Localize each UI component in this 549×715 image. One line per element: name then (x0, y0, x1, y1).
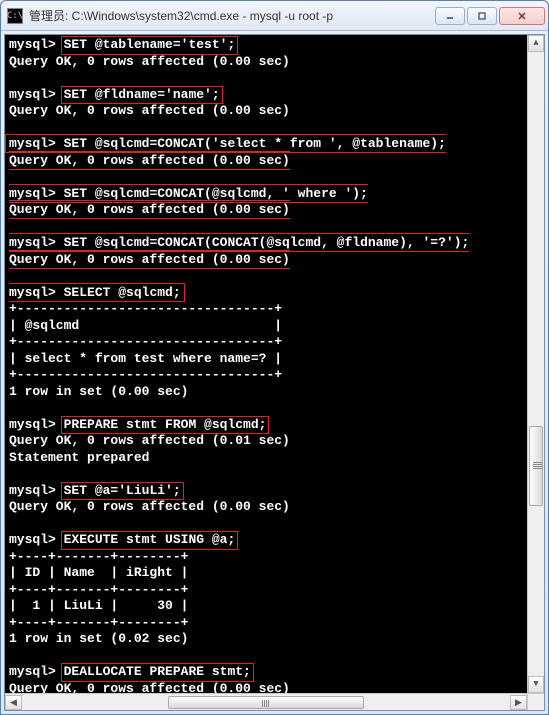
minimize-icon (445, 11, 455, 21)
highlight-cmd: SET @fldname='name'; (61, 86, 223, 105)
cmd-line: SET @sqlcmd=CONCAT(CONCAT(@sqlcmd, @fldn… (64, 235, 470, 250)
prompt: mysql> (9, 37, 56, 52)
highlight-cmd: SET @tablename='test'; (61, 36, 239, 55)
prompt: mysql> (9, 87, 56, 102)
prompt: mysql> (9, 483, 56, 498)
highlight-cmd: PREPARE stmt FROM @sqlcmd; (61, 416, 270, 435)
table-border: +---------------------------------+ (9, 334, 282, 349)
table-row: | 1 | LiuLi | 30 | (9, 598, 188, 613)
window-controls (435, 7, 545, 25)
output-line: Query OK, 0 rows affected (0.00 sec) (9, 681, 290, 694)
scroll-thumb[interactable] (168, 696, 363, 709)
prompt: mysql> (9, 417, 56, 432)
output-line: Query OK, 0 rows affected (0.00 sec) (9, 153, 290, 168)
output-line: Query OK, 0 rows affected (0.00 sec) (9, 202, 290, 217)
table-row: | select * from test where name=? | (9, 351, 282, 366)
output-line: Query OK, 0 rows affected (0.00 sec) (9, 252, 290, 267)
table-border: +----+-------+--------+ (9, 549, 188, 564)
close-button[interactable] (499, 7, 545, 25)
scroll-down-arrow[interactable]: ▼ (528, 676, 544, 693)
output-line: 1 row in set (0.02 sec) (9, 631, 188, 646)
maximize-button[interactable] (467, 7, 497, 25)
prompt: mysql> (9, 186, 56, 201)
app-icon: C:\ (7, 8, 23, 24)
console-output[interactable]: mysql> SET @tablename='test'; Query OK, … (5, 35, 544, 693)
cmd-line: SET @sqlcmd=CONCAT('select * from ', @ta… (64, 136, 446, 151)
resize-grip[interactable] (527, 693, 544, 710)
prompt: mysql> (9, 235, 56, 250)
table-border: +---------------------------------+ (9, 367, 282, 382)
prompt: mysql> (9, 532, 56, 547)
scroll-track[interactable] (22, 695, 510, 710)
table-border: +---------------------------------+ (9, 301, 282, 316)
output-line: Query OK, 0 rows affected (0.00 sec) (9, 499, 290, 514)
scroll-thumb[interactable] (529, 426, 543, 506)
table-border: +----+-------+--------+ (9, 615, 188, 630)
scroll-track[interactable] (528, 52, 544, 676)
highlight-cmd: SET @a='LiuLi'; (61, 482, 184, 501)
cmd-line: SET @sqlcmd=CONCAT(@sqlcmd, ' where '); (64, 186, 368, 201)
maximize-icon (477, 11, 487, 21)
output-line: Query OK, 0 rows affected (0.00 sec) (9, 54, 290, 69)
output-line: Statement prepared (9, 450, 149, 465)
output-line: Query OK, 0 rows affected (0.01 sec) (9, 433, 290, 448)
scroll-right-arrow[interactable]: ▶ (510, 695, 527, 710)
window-title: 管理员: C:\Windows\system32\cmd.exe - mysql… (29, 7, 435, 24)
output-line: Query OK, 0 rows affected (0.00 sec) (9, 103, 290, 118)
console-frame: mysql> SET @tablename='test'; Query OK, … (4, 34, 545, 711)
minimize-button[interactable] (435, 7, 465, 25)
highlight-cmd: DEALLOCATE PREPARE stmt; (61, 663, 254, 682)
output-line: 1 row in set (0.00 sec) (9, 384, 188, 399)
table-header: | ID | Name | iRight | (9, 565, 188, 580)
cmd-window: C:\ 管理员: C:\Windows\system32\cmd.exe - m… (0, 0, 549, 715)
scroll-left-arrow[interactable]: ◀ (5, 695, 22, 710)
titlebar[interactable]: C:\ 管理员: C:\Windows\system32\cmd.exe - m… (1, 1, 548, 31)
console-text: mysql> SET @tablename='test'; Query OK, … (9, 37, 540, 693)
highlight-cmd: EXECUTE stmt USING @a; (61, 531, 239, 550)
highlight-block: mysql> SET @sqlcmd=CONCAT('select * from… (5, 134, 469, 302)
close-icon (517, 11, 527, 21)
cmd-line: SELECT @sqlcmd; (64, 285, 181, 300)
vertical-scrollbar[interactable]: ▲ ▼ (527, 35, 544, 693)
prompt: mysql> (9, 136, 56, 151)
prompt: mysql> (9, 285, 56, 300)
horizontal-scrollbar[interactable]: ◀ ▶ (5, 693, 527, 710)
scroll-up-arrow[interactable]: ▲ (528, 35, 544, 52)
bottom-scroll-row: ◀ ▶ (5, 693, 544, 710)
table-border: +----+-------+--------+ (9, 582, 188, 597)
table-header: | @sqlcmd | (9, 318, 282, 333)
prompt: mysql> (9, 664, 56, 679)
